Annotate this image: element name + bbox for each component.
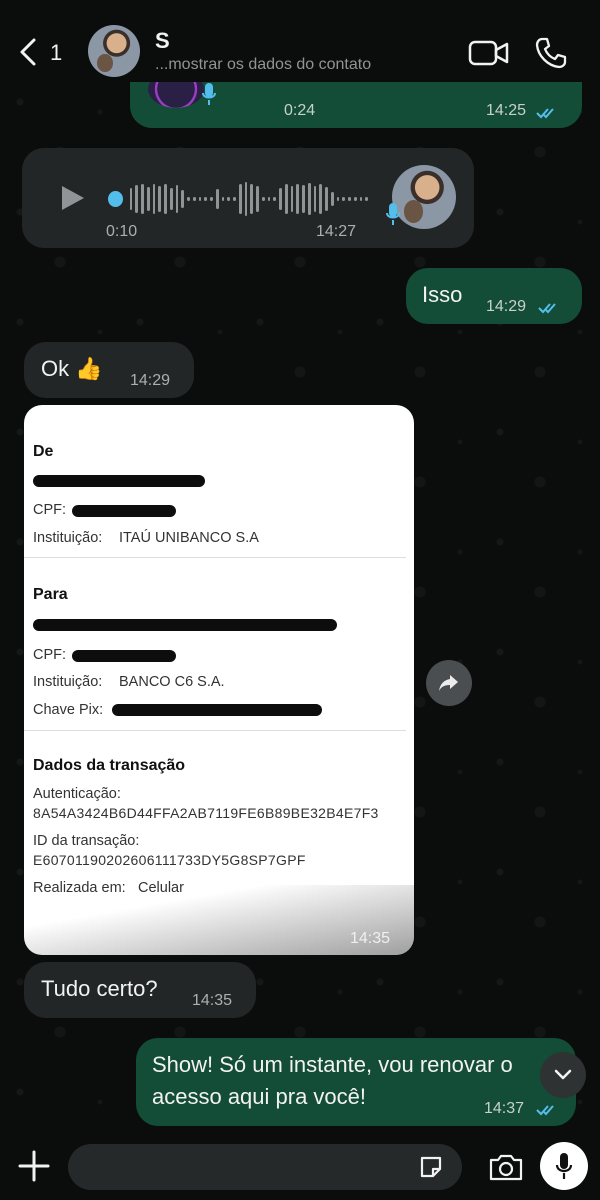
microphone-icon bbox=[555, 1153, 573, 1179]
mic-icon bbox=[202, 83, 216, 105]
audio-waveform[interactable] bbox=[108, 182, 369, 216]
contact-info-link[interactable]: ...mostrar os dados do contato bbox=[155, 56, 371, 74]
para-section-title: Para bbox=[33, 586, 68, 603]
message-time: 14:27 bbox=[316, 223, 357, 240]
forward-icon bbox=[439, 675, 458, 691]
divider bbox=[24, 557, 406, 558]
camera-icon[interactable] bbox=[488, 1152, 524, 1182]
message-text: Isso bbox=[422, 282, 463, 307]
para-institution-value: BANCO C6 S.A. bbox=[119, 674, 225, 690]
sticker-icon[interactable] bbox=[418, 1154, 444, 1180]
contact-name[interactable]: S bbox=[155, 28, 170, 54]
transaction-section-title: Dados da transação bbox=[33, 757, 186, 774]
message-time: 14:25 bbox=[486, 102, 527, 119]
message-time: 14:29 bbox=[486, 298, 527, 315]
scroll-to-bottom-button[interactable] bbox=[540, 1052, 586, 1098]
de-institution-value: ITAÚ UNIBANCO S.A bbox=[119, 530, 259, 546]
chevron-left-icon bbox=[20, 38, 36, 66]
divider bbox=[24, 730, 406, 731]
video-call-icon[interactable] bbox=[468, 38, 510, 68]
audio-duration: 0:24 bbox=[284, 102, 316, 119]
message-input[interactable] bbox=[68, 1144, 462, 1190]
message-in[interactable]: Tudo certo? 14:35 bbox=[24, 962, 256, 1018]
voice-record-button[interactable] bbox=[540, 1142, 588, 1190]
redacted-name bbox=[33, 619, 337, 631]
phone-icon[interactable] bbox=[534, 36, 568, 70]
receipt-image[interactable]: De CPF: Instituição: ITAÚ UNIBANCO S.A P… bbox=[24, 405, 414, 955]
audio-message-out[interactable]: 0:24 14:25 bbox=[130, 70, 582, 128]
para-cpf-label: CPF: bbox=[33, 647, 67, 663]
transaction-id-value: E60701190202606111733DY5G8SP7GPF bbox=[33, 852, 306, 868]
redacted-name bbox=[33, 475, 205, 487]
message-in[interactable]: Ok 👍 14:29 bbox=[24, 342, 194, 398]
de-cpf-label: CPF: bbox=[33, 502, 67, 518]
forward-button[interactable] bbox=[426, 660, 472, 706]
auth-label: Autenticação: bbox=[33, 786, 121, 802]
message-text: Tudo certo? bbox=[41, 976, 158, 1001]
message-out[interactable]: Show! Só um instante, vou renovar o aces… bbox=[136, 1038, 576, 1126]
message-out[interactable]: Isso 14:29 bbox=[406, 268, 582, 324]
transaction-id-label: ID da transação: bbox=[33, 833, 140, 849]
auth-value: 8A54A3424B6D44FFA2AB7119FE6B89BE32B4E7F3 bbox=[33, 805, 379, 821]
redacted-pix-key bbox=[112, 704, 322, 716]
message-text: Ok 👍 bbox=[41, 356, 103, 381]
chat-header: 1 S ...mostrar os dados do contato bbox=[0, 0, 600, 82]
redacted-cpf bbox=[72, 650, 176, 662]
sender-avatar bbox=[392, 165, 456, 229]
de-section-title: De bbox=[33, 443, 54, 460]
play-icon[interactable] bbox=[60, 184, 86, 212]
para-institution-label: Instituição: bbox=[33, 674, 103, 690]
contact-avatar[interactable] bbox=[88, 25, 140, 77]
unread-count: 1 bbox=[50, 40, 63, 65]
read-ticks-icon bbox=[536, 108, 554, 119]
plus-icon[interactable] bbox=[16, 1148, 52, 1184]
de-institution-label: Instituição: bbox=[33, 530, 103, 546]
read-ticks-icon bbox=[536, 1105, 554, 1116]
message-text-line-1: Show! Só um instante, vou renovar o bbox=[152, 1052, 513, 1077]
read-ticks-icon bbox=[538, 303, 556, 314]
playhead[interactable] bbox=[108, 191, 123, 207]
mic-icon bbox=[386, 203, 400, 225]
chevron-down-icon bbox=[554, 1069, 572, 1080]
redacted-cpf bbox=[72, 505, 176, 517]
audio-duration: 0:10 bbox=[106, 223, 138, 240]
message-time: 14:35 bbox=[192, 992, 233, 1009]
pix-key-label: Chave Pix: bbox=[33, 702, 104, 718]
message-time: 14:35 bbox=[350, 930, 391, 947]
message-text-line-2: acesso aqui pra você! bbox=[152, 1084, 367, 1109]
message-time: 14:37 bbox=[484, 1100, 525, 1117]
message-time: 14:29 bbox=[130, 372, 171, 389]
